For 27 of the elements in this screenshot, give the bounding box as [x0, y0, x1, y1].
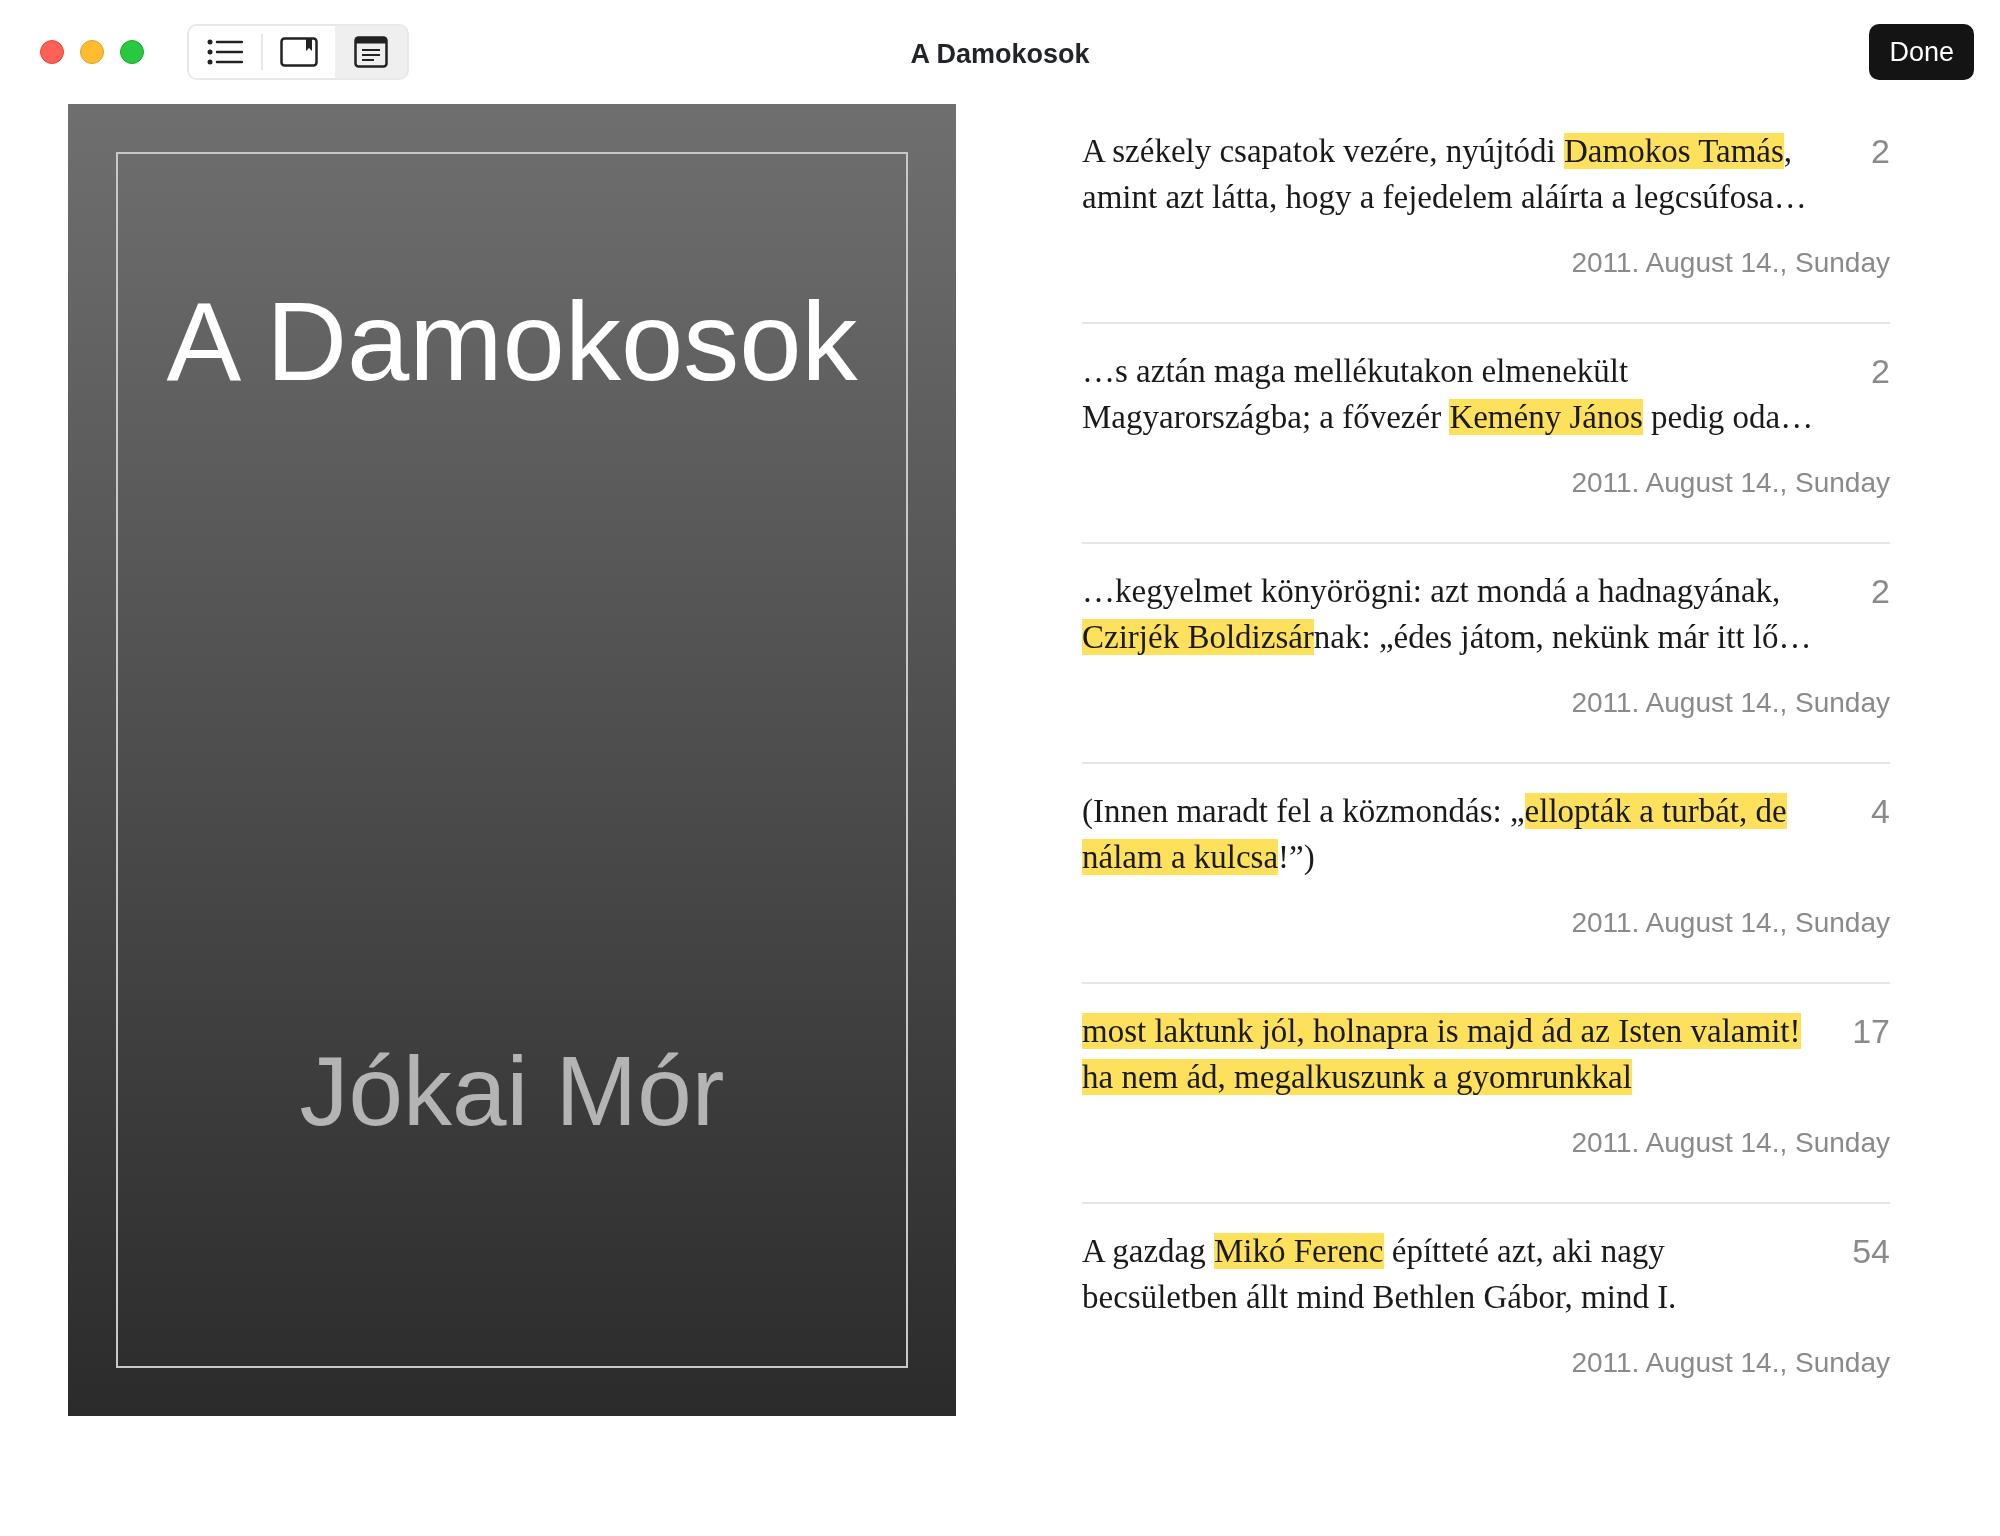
window-title: A Damokosok: [910, 39, 1090, 69]
close-button[interactable]: [40, 40, 64, 64]
highlight-excerpt[interactable]: most laktunk jól, holnapra is majd ád az Isten valamit! ha nem ád, megalkuszunk a gyomrunkkal: [1082, 1008, 1801, 1100]
zoom-button[interactable]: [120, 40, 144, 64]
note-date: 2011. August 14., Sunday: [1571, 1347, 1890, 1378]
page-number: 2: [1871, 571, 1890, 612]
cover-title: A Damokosok: [165, 278, 859, 406]
note-date: 2011. August 14., Sunday: [1571, 247, 1890, 278]
highlight-excerpt[interactable]: (Innen maradt fel a közmondás: „ellopták a turbát, de nálam a kulcsa!”): [1082, 788, 1787, 880]
highlight-excerpt[interactable]: A gazdag Mikó Ferenc építteté azt, aki nagy becsületben állt mind Bethlen Gábor, mind I.: [1082, 1228, 1677, 1320]
page-number: 4: [1871, 791, 1890, 832]
notes-icon: [354, 36, 388, 68]
page-number: 2: [1871, 131, 1890, 172]
cover-author: Jókai Mór: [299, 1042, 725, 1140]
page-number: 2: [1871, 351, 1890, 392]
view-tab[interactable]: [335, 26, 407, 78]
bookmark-page-icon: [280, 37, 318, 67]
done-button[interactable]: Done: [1869, 23, 1974, 81]
highlight-excerpt[interactable]: …s aztán maga mellékutakon elmenekült Magyarországba; a fővezér Kemény János pedig oda…: [1082, 348, 1814, 440]
list-icon: [207, 39, 243, 65]
note-date: 2011. August 14., Sunday: [1571, 1127, 1890, 1158]
page-number: 17: [1852, 1011, 1890, 1052]
note-date: 2011. August 14., Sunday: [1571, 907, 1890, 938]
page-number: 54: [1852, 1231, 1890, 1272]
highlight-excerpt[interactable]: A székely csapatok vezére, nyújtódi Damokos Tamás, amint azt látta, hogy a fejedelem aláírta a legcsúfosa…: [1082, 128, 1807, 220]
note-date: 2011. August 14., Sunday: [1571, 467, 1890, 498]
note-date: 2011. August 14., Sunday: [1571, 687, 1890, 718]
